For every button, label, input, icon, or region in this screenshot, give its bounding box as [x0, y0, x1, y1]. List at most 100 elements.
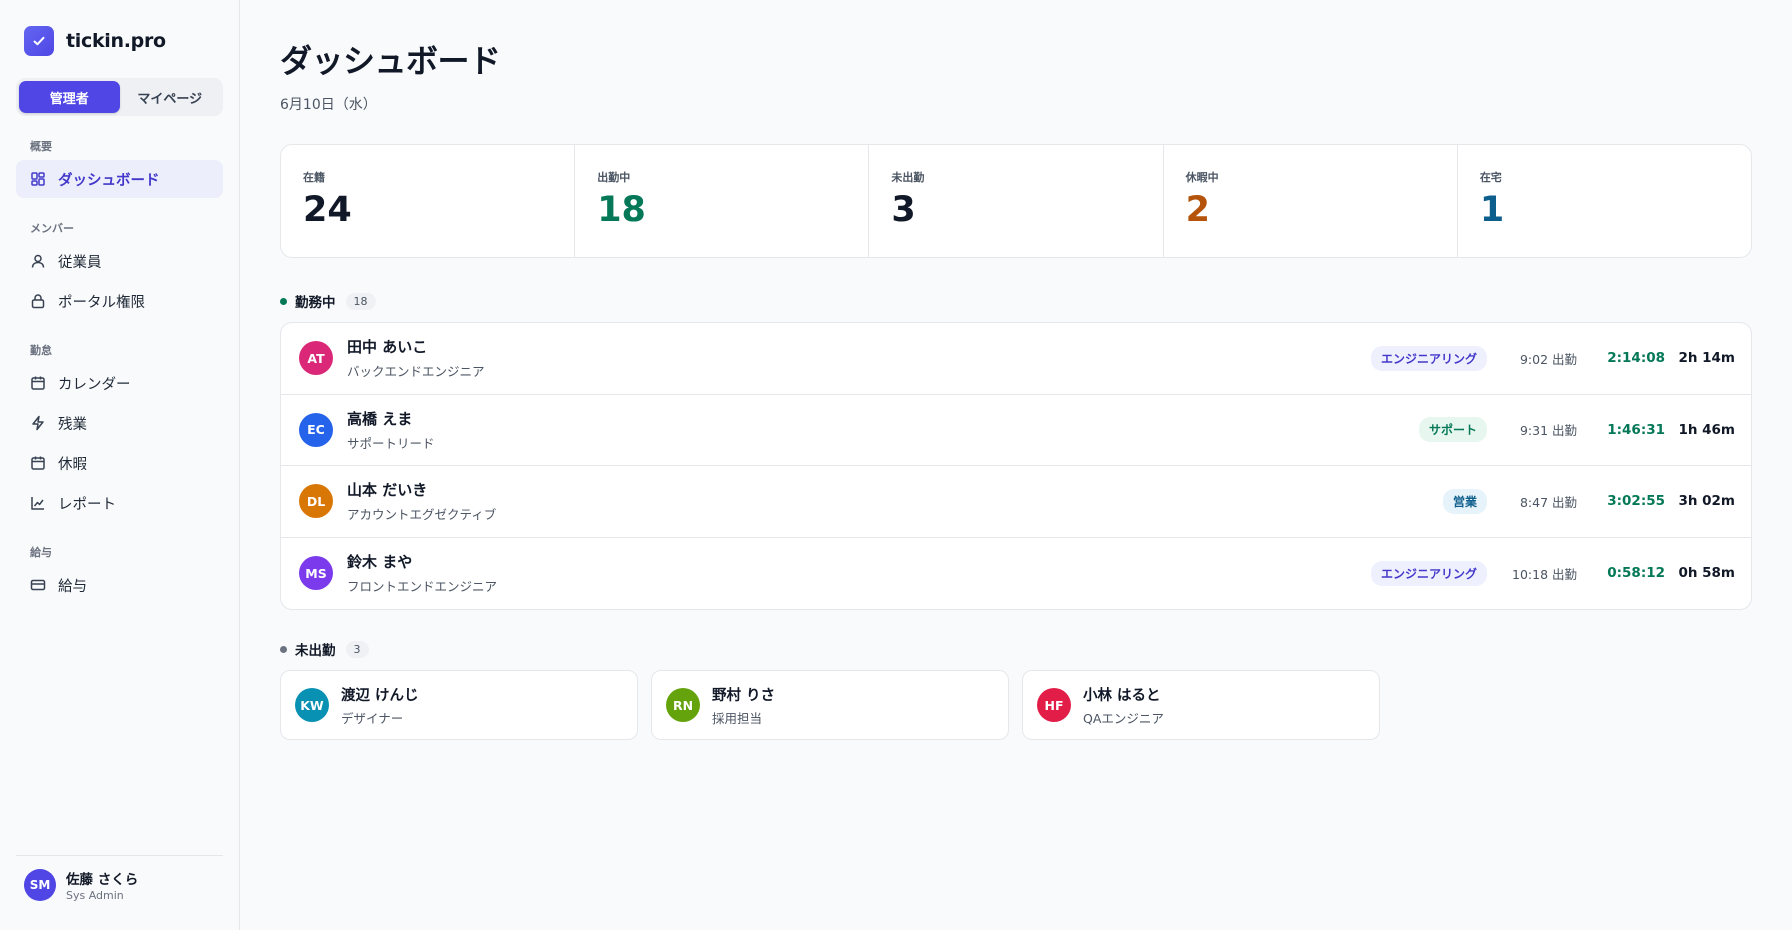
nav-heading: 概要 — [30, 140, 52, 153]
elapsed-timer: 3:02:55 — [1607, 493, 1665, 510]
count-badge: 3 — [345, 640, 369, 658]
work-duration: 1h 46m — [1678, 421, 1735, 438]
sidebar-item-leave[interactable]: 休暇 — [16, 444, 223, 482]
stat-not-clocked-in: 未出勤 3 — [869, 145, 1164, 257]
avatar: AT — [299, 341, 333, 376]
brand-name: tickin.pro — [66, 30, 166, 52]
stat-value: 2 — [1185, 190, 1210, 230]
list-item[interactable]: HF 小林 はると QAエンジニア — [1022, 670, 1380, 740]
sidebar-item-label: ポータル権限 — [58, 294, 145, 311]
working-list: AT 田中 あいこ バックエンドエンジニア エンジニアリング 9:02 出勤 2… — [280, 322, 1752, 610]
department-badge: サポート — [1418, 417, 1487, 443]
department-badge: エンジニアリング — [1370, 345, 1487, 371]
stat-value: 24 — [303, 190, 352, 230]
nav-heading: 勤怠 — [30, 344, 52, 357]
avatar: KW — [295, 688, 329, 722]
lock-icon — [31, 294, 45, 309]
stat-value: 18 — [597, 190, 646, 230]
sidebar-item-portal-permissions[interactable]: ポータル権限 — [16, 282, 223, 320]
user-role: Sys Admin — [66, 889, 124, 902]
sidebar-item-calendar[interactable]: カレンダー — [16, 364, 223, 402]
page-date: 6月10日（水） — [280, 97, 377, 113]
avatar: SM — [24, 869, 56, 901]
employee-name: 高橋 えま — [347, 409, 413, 428]
main-content: ダッシュボード 6月10日（水） 在籍 24 出勤中 18 未出勤 3 休暇中 … — [240, 0, 1792, 930]
stat-value: 3 — [891, 190, 916, 230]
nav-section-attendance: 勤怠 カレンダー 残業 休暇 レポート — [16, 342, 223, 522]
employee-title: フロントエンドエンジニア — [347, 579, 498, 595]
work-duration: 0h 58m — [1678, 565, 1735, 582]
admin-mode-button[interactable]: 管理者 — [19, 81, 120, 113]
nav-section-overview: 概要 ダッシュボード — [16, 138, 223, 198]
employee-name: 田中 あいこ — [347, 338, 428, 357]
calendar-icon — [31, 376, 45, 390]
department-badge: エンジニアリング — [1370, 560, 1487, 586]
calendar-icon — [31, 456, 45, 470]
sidebar-item-label: 休暇 — [58, 456, 87, 473]
employee-title: QAエンジニア — [1083, 710, 1164, 726]
grid-icon — [31, 172, 45, 186]
sidebar-item-overtime[interactable]: 残業 — [16, 404, 223, 442]
bolt-icon — [32, 415, 44, 431]
chart-icon — [31, 497, 44, 510]
clock-in-time: 9:02 出勤 — [1519, 351, 1577, 367]
stat-on-leave: 休暇中 2 — [1164, 145, 1458, 257]
list-item[interactable]: RN 野村 りさ 採用担当 — [651, 670, 1009, 740]
current-user[interactable]: SM 佐藤 さくら Sys Admin — [16, 855, 223, 902]
nav-section-members: メンバー 従業員 ポータル権限 — [16, 220, 223, 320]
mypage-mode-button[interactable]: マイページ — [120, 81, 221, 113]
sidebar-nav: 概要 ダッシュボード メンバー 従業員 ポータル権限 勤怠 カレンダー 残業 休… — [16, 116, 223, 606]
absent-list: KW 渡辺 けんじ デザイナー RN 野村 りさ 採用担当 HF 小林 はると … — [280, 670, 1752, 740]
employee-title: デザイナー — [341, 710, 404, 726]
status-dot — [280, 297, 287, 305]
nav-section-payroll: 給与 給与 — [16, 544, 223, 604]
page-title: ダッシュボード — [280, 42, 501, 80]
stat-label: 休暇中 — [1185, 171, 1219, 184]
stat-label: 在宅 — [1479, 171, 1502, 184]
stat-enrolled: 在籍 24 — [281, 145, 576, 257]
work-duration: 3h 02m — [1678, 493, 1735, 510]
employee-title: サポートリード — [347, 435, 435, 451]
avatar: DL — [299, 484, 333, 519]
sidebar-item-label: 給与 — [58, 578, 87, 595]
elapsed-timer: 2:14:08 — [1607, 350, 1665, 367]
sidebar-item-payroll[interactable]: 給与 — [16, 566, 223, 604]
nav-heading: 給与 — [30, 546, 52, 559]
list-item[interactable]: KW 渡辺 けんじ デザイナー — [280, 670, 638, 740]
card-icon — [30, 579, 46, 591]
avatar: HF — [1037, 688, 1071, 722]
sidebar-item-employees[interactable]: 従業員 — [16, 242, 223, 280]
mode-switch: 管理者 マイページ — [16, 78, 223, 116]
table-row[interactable]: DL 山本 だいき アカウントエグゼクティブ 営業 8:47 出勤 3:02:5… — [281, 466, 1751, 538]
stat-remote: 在宅 1 — [1458, 145, 1751, 257]
sidebar-item-label: 残業 — [58, 416, 87, 433]
employee-name: 野村 りさ — [712, 687, 776, 704]
sidebar-item-label: 従業員 — [58, 254, 102, 271]
clock-in-time: 9:31 出勤 — [1519, 423, 1577, 439]
stat-label: 未出勤 — [891, 171, 925, 184]
sidebar-item-dashboard[interactable]: ダッシュボード — [16, 160, 223, 198]
table-row[interactable]: MS 鈴木 まや フロントエンドエンジニア エンジニアリング 10:18 出勤 … — [281, 538, 1751, 610]
avatar: MS — [299, 556, 333, 591]
employee-name: 小林 はると — [1083, 687, 1161, 704]
sidebar-item-reports[interactable]: レポート — [16, 484, 223, 522]
stat-value: 1 — [1479, 190, 1505, 230]
employee-name: 渡辺 けんじ — [341, 687, 419, 704]
table-row[interactable]: EC 高橋 えま サポートリード サポート 9:31 出勤 1:46:31 1h… — [281, 395, 1751, 466]
check-icon — [24, 26, 54, 56]
working-section-header: 勤務中 18 — [280, 292, 1752, 311]
user-icon — [31, 254, 45, 268]
nav-heading: メンバー — [30, 222, 74, 235]
employee-title: 採用担当 — [712, 710, 763, 726]
employee-name: 鈴木 まや — [347, 553, 413, 572]
stat-working: 出勤中 18 — [575, 145, 870, 257]
clock-in-time: 10:18 出勤 — [1512, 566, 1577, 582]
user-name: 佐藤 さくら — [66, 872, 139, 888]
table-row[interactable]: AT 田中 あいこ バックエンドエンジニア エンジニアリング 9:02 出勤 2… — [281, 323, 1751, 395]
avatar: EC — [299, 412, 333, 447]
clock-in-time: 8:47 出勤 — [1519, 494, 1577, 510]
stat-label: 出勤中 — [597, 171, 631, 184]
sidebar-item-label: カレンダー — [58, 376, 131, 393]
brand[interactable]: tickin.pro — [16, 24, 223, 58]
employee-name: 山本 だいき — [347, 481, 428, 500]
